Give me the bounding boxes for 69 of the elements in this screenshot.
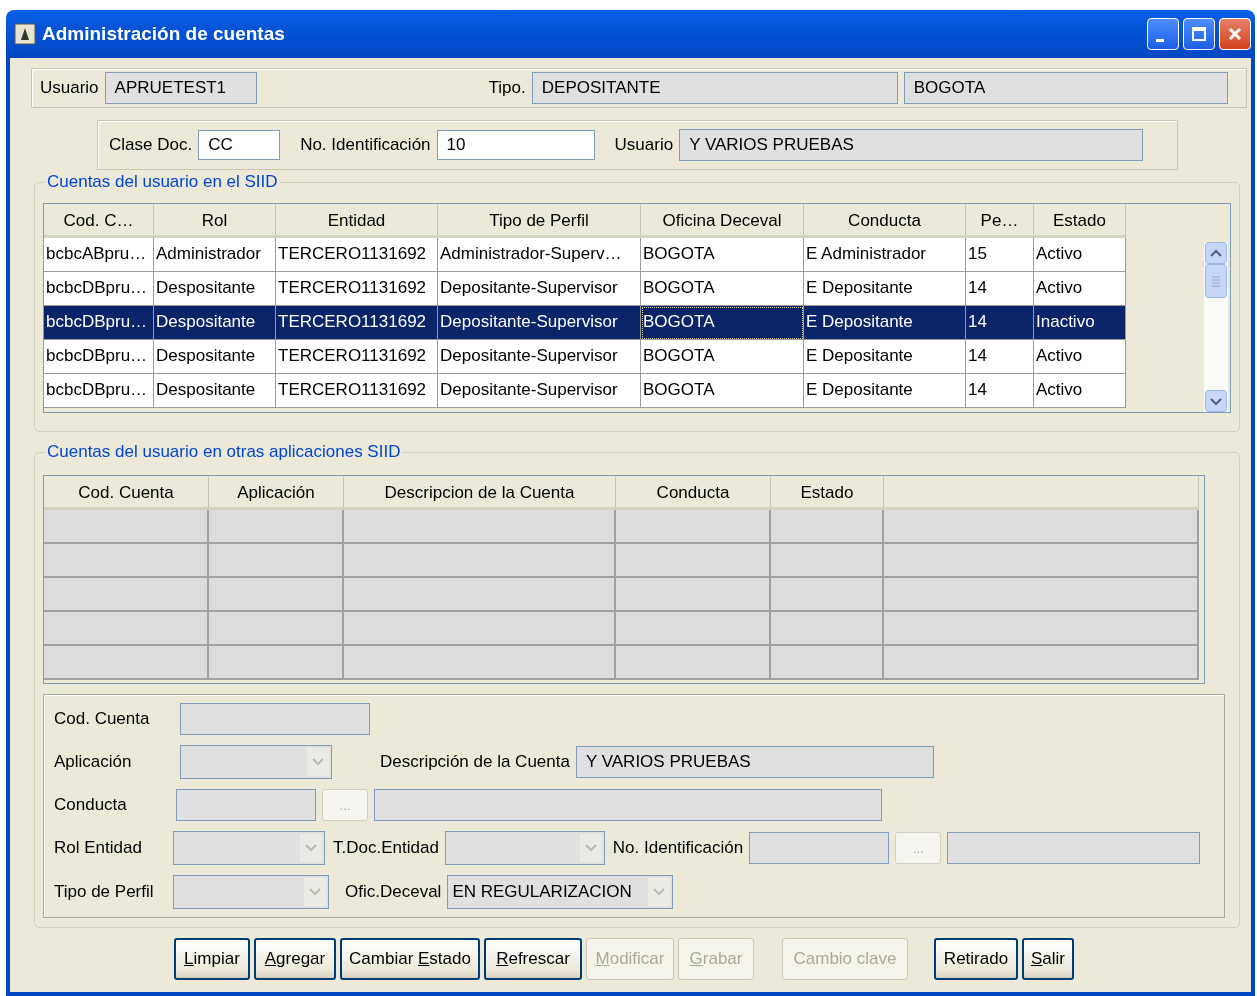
caret-icon bbox=[304, 878, 326, 906]
profile-type-dropdown[interactable] bbox=[173, 875, 329, 909]
field-label: T.Doc.Entidad bbox=[333, 838, 439, 858]
minimize-button[interactable] bbox=[1147, 18, 1179, 50]
field-label: Ofic.Deceval bbox=[345, 882, 442, 902]
field-label: Clase Doc. bbox=[109, 135, 193, 155]
maximize-button[interactable] bbox=[1183, 18, 1215, 50]
entity-id-field[interactable] bbox=[749, 832, 890, 864]
table-row[interactable]: bcbcDBpru… Despositante TERCERO1131692 Depositante-Supervisor BOGOTA E Depositante 14 Activo bbox=[44, 340, 1126, 374]
table-cell: BOGOTA bbox=[641, 306, 804, 340]
close-button[interactable] bbox=[1219, 18, 1251, 50]
table-row[interactable]: bcbcDBpru… Despositante TERCERO1131692 Depositante-Supervisor BOGOTA E Depositante 14 Activo bbox=[44, 272, 1126, 306]
maximize-icon bbox=[1192, 27, 1206, 41]
account-code-field[interactable] bbox=[180, 703, 370, 735]
scroll-down-icon[interactable] bbox=[1205, 390, 1227, 412]
caret-icon bbox=[648, 878, 671, 906]
table-cell: Despositante bbox=[154, 374, 276, 408]
table-cell: E Depositante bbox=[804, 374, 966, 408]
scroll-thumb-icon[interactable] bbox=[1205, 264, 1227, 298]
caret-icon bbox=[307, 748, 329, 776]
minimize-icon bbox=[1156, 38, 1164, 42]
close-icon bbox=[1228, 27, 1242, 41]
field-label: Conducta bbox=[54, 795, 128, 815]
table-cell: TERCERO1131692 bbox=[276, 374, 438, 408]
field-label: Tipo de Perfil bbox=[54, 882, 155, 902]
conduct-description-field[interactable] bbox=[374, 789, 882, 821]
table-cell: bcbcDBpru… bbox=[44, 374, 154, 408]
action-button[interactable]: Cambiar Estado bbox=[340, 938, 480, 980]
field-label: Usuario bbox=[614, 135, 674, 155]
description-field[interactable]: Y VARIOS PRUEBAS bbox=[575, 746, 934, 778]
action-button[interactable]: Refrescar bbox=[484, 938, 582, 980]
table-cell: 14 bbox=[966, 374, 1034, 408]
field-label: Descripción de la Cuenta bbox=[380, 752, 570, 772]
window-title: Administración de cuentas bbox=[42, 23, 285, 45]
scroll-up-icon[interactable] bbox=[1205, 242, 1227, 264]
entity-role-dropdown[interactable] bbox=[173, 831, 325, 865]
scrollbar[interactable] bbox=[1204, 242, 1228, 412]
action-button[interactable]: Salir bbox=[1022, 938, 1074, 980]
field-label: Tipo. bbox=[488, 78, 526, 98]
office-dropdown[interactable]: EN REGULARIZACION bbox=[447, 875, 674, 909]
user-field[interactable]: APRUETEST1 bbox=[104, 72, 257, 104]
id-number-field[interactable]: 10 bbox=[436, 130, 595, 160]
application-dropdown[interactable] bbox=[180, 745, 332, 779]
caret-icon bbox=[579, 834, 602, 862]
field-label: No. Identificación bbox=[300, 135, 431, 155]
action-button[interactable]: Retirado bbox=[934, 938, 1018, 980]
action-button[interactable]: Limpiar bbox=[174, 938, 250, 980]
group-title: Cuentas del usuario en otras aplicaciones SIID bbox=[45, 442, 403, 462]
table-cell: Depositante-Supervisor bbox=[438, 374, 641, 408]
field-label: No. Identificación bbox=[612, 838, 744, 858]
city-field[interactable]: BOGOTA bbox=[903, 72, 1228, 104]
field-label: Cod. Cuenta bbox=[54, 709, 151, 729]
table-row[interactable]: bcbcDBpru… Despositante TERCERO1131692 Depositante-Supervisor BOGOTA E Depositante 14 Activo bbox=[44, 374, 1126, 408]
conduct-field[interactable] bbox=[176, 789, 316, 821]
caret-icon bbox=[300, 834, 322, 862]
action-button[interactable]: Agregar bbox=[254, 938, 336, 980]
app-icon bbox=[14, 23, 36, 45]
entity-doc-type-dropdown[interactable] bbox=[444, 831, 605, 865]
type-field[interactable]: DEPOSITANTE bbox=[531, 72, 898, 104]
table-cell: BOGOTA bbox=[641, 374, 804, 408]
table-row[interactable]: bcbcABpru… Administrador TERCERO1131692 Administrador-Superv… BOGOTA E Administrador 15 Activo bbox=[44, 238, 1126, 272]
field-label: Usuario bbox=[40, 78, 99, 98]
field-label: Rol Entidad bbox=[54, 838, 143, 858]
entity-name-field[interactable] bbox=[947, 832, 1201, 864]
field-label: Aplicación bbox=[54, 752, 133, 772]
user-name-field[interactable]: Y VARIOS PRUEBAS bbox=[679, 129, 1144, 161]
doc-class-field[interactable]: CC bbox=[198, 130, 281, 160]
table-row[interactable]: bcbcDBpru… Despositante TERCERO1131692 Depositante-Supervisor BOGOTA E Depositante 14 Inactivo bbox=[44, 306, 1126, 340]
table-cell: Activo bbox=[1034, 374, 1126, 408]
